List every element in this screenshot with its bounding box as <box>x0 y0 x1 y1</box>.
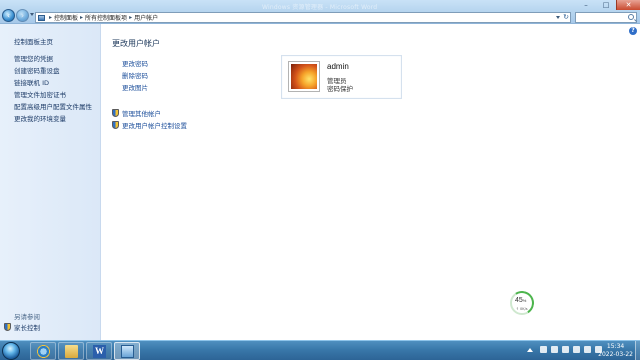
link-online-id-link[interactable]: 链接联机 ID <box>14 77 92 89</box>
minimize-button[interactable]: – <box>576 0 596 10</box>
parental-controls-link[interactable]: 家长控制 <box>4 322 40 332</box>
shield-icon <box>4 323 11 331</box>
parental-controls-label[interactable]: 家长控制 <box>14 322 40 332</box>
help-icon[interactable]: ? <box>629 27 637 35</box>
network-icon[interactable] <box>584 346 591 353</box>
change-password-link[interactable]: 更改密码 <box>122 58 148 70</box>
create-reset-disk-link[interactable]: 创建密码重设盘 <box>14 65 92 77</box>
user-avatar <box>288 61 320 92</box>
uac-settings-label[interactable]: 更改用户帐户控制设置 <box>122 120 187 130</box>
show-hidden-icons-icon[interactable] <box>527 347 533 352</box>
page-title: 更改用户帐户 <box>112 39 160 48</box>
network-speed-widget[interactable]: 45% ↑ 0K/s <box>507 288 537 318</box>
password-status: 密码保护 <box>327 85 353 93</box>
task-links: 管理您的凭据 创建密码重设盘 链接联机 ID 管理文件加密证书 配置高级用户配置… <box>14 53 92 125</box>
uac-settings-link[interactable]: 更改用户帐户控制设置 <box>112 119 187 131</box>
folder-icon <box>65 345 78 358</box>
taskbar: W 15:34 2022-03-22 <box>0 340 640 360</box>
control-panel-home-link[interactable]: 控制面板主页 <box>14 36 53 46</box>
address-bar[interactable]: ▸ 控制面板 ▸ 所有控制面板项 ▸ 用户帐户 ↻ <box>35 12 571 23</box>
user-name: admin <box>327 62 349 71</box>
see-also-heading: 另请参阅 <box>14 313 40 321</box>
title-bar: Windows 资源管理器 - Microsoft Word ‹ › ▸ 控制面… <box>0 0 640 24</box>
shield-icon <box>112 121 119 129</box>
system-tray <box>527 346 602 353</box>
manage-other-accounts-link[interactable]: 管理其他帐户 <box>112 107 187 119</box>
speed-percent: 45% <box>515 297 527 304</box>
internet-explorer-icon <box>37 345 50 358</box>
word-icon: W <box>93 345 106 358</box>
breadcrumb-control-panel[interactable]: 控制面板 <box>54 13 78 22</box>
account-actions: 更改密码 删除密码 更改图片 <box>122 58 148 94</box>
security-icon[interactable] <box>562 346 569 353</box>
wechat-icon[interactable] <box>551 346 558 353</box>
user-account-card: admin 管理员 密码保护 <box>281 55 402 99</box>
maximize-button[interactable]: □ <box>596 0 616 10</box>
show-desktop-button[interactable] <box>635 341 640 360</box>
search-icon[interactable] <box>628 14 634 20</box>
manage-encryption-certs-link[interactable]: 管理文件加密证书 <box>14 89 92 101</box>
chevron-right-icon[interactable]: ▸ <box>49 14 52 21</box>
clock-date: 2022-03-22 <box>598 351 633 358</box>
search-input[interactable] <box>575 12 637 23</box>
environment-variables-link[interactable]: 更改我的环境变量 <box>14 113 92 125</box>
forward-button[interactable]: › <box>16 9 29 22</box>
shield-icon <box>112 109 119 117</box>
taskbar-word-button[interactable]: W <box>86 342 112 360</box>
close-button[interactable]: ✕ <box>616 0 640 10</box>
clock[interactable]: 15:34 2022-03-22 <box>598 343 633 359</box>
input-method-icon[interactable] <box>540 346 547 353</box>
chevron-right-icon[interactable]: ▸ <box>80 14 83 21</box>
change-picture-link[interactable]: 更改图片 <box>122 82 148 94</box>
breadcrumb-all-items[interactable]: 所有控制面板项 <box>85 13 127 22</box>
start-button[interactable] <box>2 342 20 360</box>
taskbar-ie-button[interactable] <box>30 342 56 360</box>
taskbar-control-panel-button[interactable] <box>114 342 140 360</box>
main-content: ? 更改用户帐户 更改密码 删除密码 更改图片 管理其他帐户 更改用户帐户控制设… <box>102 24 640 340</box>
advanced-profile-properties-link[interactable]: 配置高级用户配置文件属性 <box>14 101 92 113</box>
left-nav-pane: 控制面板主页 管理您的凭据 创建密码重设盘 链接联机 ID 管理文件加密证书 配… <box>0 24 101 340</box>
speed-rate: ↑ 0K/s <box>516 307 528 311</box>
control-panel-icon <box>121 345 134 358</box>
taskbar-explorer-button[interactable] <box>58 342 84 360</box>
manage-credentials-link[interactable]: 管理您的凭据 <box>14 53 92 65</box>
refresh-icon[interactable]: ↻ <box>563 13 569 21</box>
control-panel-icon <box>38 14 45 21</box>
admin-links: 管理其他帐户 更改用户帐户控制设置 <box>112 107 187 131</box>
chevron-right-icon[interactable]: ▸ <box>129 14 132 21</box>
breadcrumb-user-accounts[interactable]: 用户帐户 <box>134 13 158 22</box>
action-center-icon[interactable] <box>573 346 580 353</box>
recent-pages-dropdown-icon[interactable] <box>30 13 34 16</box>
window-title: Windows 资源管理器 - Microsoft Word <box>262 4 378 11</box>
clock-time: 15:34 <box>606 343 625 350</box>
remove-password-link[interactable]: 删除密码 <box>122 70 148 82</box>
address-dropdown-icon[interactable] <box>556 16 560 19</box>
back-button[interactable]: ‹ <box>2 9 15 22</box>
manage-other-accounts-label[interactable]: 管理其他帐户 <box>122 108 161 118</box>
